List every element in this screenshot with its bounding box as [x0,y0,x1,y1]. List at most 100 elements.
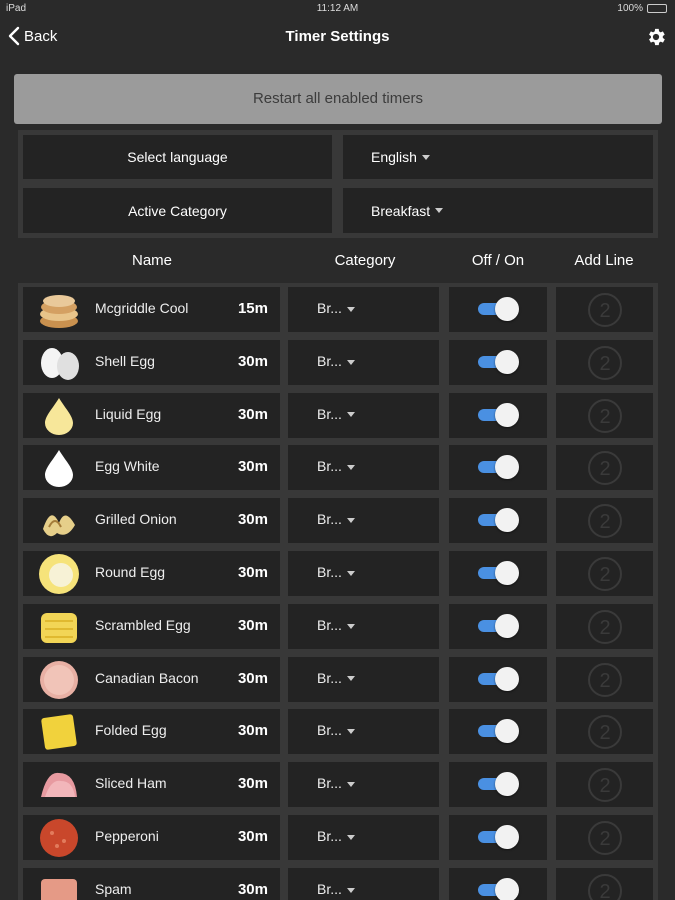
add-line-button[interactable]: 2 [556,498,653,544]
spam-icon [37,869,81,900]
timer-name-cell[interactable]: Pepperoni 30m [23,815,280,860]
timer-toggle[interactable] [476,402,521,428]
timer-name-cell[interactable]: Folded Egg 30m [23,709,280,755]
timer-name-cell[interactable]: Sliced Ham 30m [23,762,280,808]
caret-down-icon [346,412,355,418]
caret-down-icon [346,781,355,787]
timer-category-select[interactable]: Br... [288,287,439,332]
timer-name-cell[interactable]: Round Egg 30m [23,551,280,596]
folded-egg-icon [37,710,81,753]
timer-toggle-cell [449,815,547,860]
timer-name-cell[interactable]: Spam 30m [23,867,280,900]
timer-row: Folded Egg 30m Br... 2 [18,705,658,758]
language-select[interactable]: English [343,135,653,179]
category-select[interactable]: Breakfast [343,188,653,233]
grilled-onion-icon [37,499,81,542]
caret-down-icon [346,834,355,840]
timer-category-select[interactable]: Br... [288,762,439,808]
pepperoni-icon [37,816,81,859]
timer-category-select[interactable]: Br... [288,551,439,596]
add-line-button[interactable]: 2 [556,392,653,438]
timer-toggle-cell [449,656,547,702]
battery-percent: 100% [617,3,643,14]
add-line-button[interactable]: 2 [556,815,653,860]
add-line-icon: 2 [588,398,622,433]
timer-toggle[interactable] [476,349,521,375]
timer-toggle[interactable] [476,718,521,744]
timer-duration: 30m [237,511,268,529]
add-line-icon: 2 [588,609,622,644]
timer-toggle[interactable] [476,296,521,322]
canadian-bacon-icon [37,658,81,701]
timer-name-cell[interactable]: Scrambled Egg 30m [23,603,280,649]
timer-name-cell[interactable]: Grilled Onion 30m [23,498,280,544]
timer-name: Spam [95,880,132,897]
add-line-icon: 2 [588,345,622,380]
timer-category-select[interactable]: Br... [288,392,439,438]
caret-down-icon [346,306,355,312]
add-line-icon: 2 [588,662,622,697]
timer-name-cell[interactable]: Mcgriddle Cool 15m [23,287,280,332]
gear-icon[interactable] [645,26,667,48]
timer-duration: 30m [237,616,268,634]
timer-toggle[interactable] [476,454,521,480]
timer-name-cell[interactable]: Shell Egg 30m [23,339,280,385]
add-line-button[interactable]: 2 [556,339,653,385]
shell-egg-icon [37,341,81,384]
timer-toggle[interactable] [476,771,521,797]
timer-category-select[interactable]: Br... [288,498,439,544]
timer-toggle-cell [449,867,547,900]
timer-name: Egg White [95,458,160,475]
timer-name-cell[interactable]: Egg White 30m [23,445,280,491]
svg-text:2: 2 [599,881,610,900]
timer-category: Br... [317,722,355,738]
timer-category-select[interactable]: Br... [288,656,439,702]
timer-name: Shell Egg [95,352,155,369]
timer-toggle[interactable] [476,666,521,692]
timer-row: Scrambled Egg 30m Br... 2 [18,600,658,653]
settings-panel: Select language English Active Category … [18,130,658,238]
timer-row: Sliced Ham 30m Br... 2 [18,758,658,811]
svg-text:2: 2 [599,458,610,480]
timer-category-select[interactable]: Br... [288,603,439,649]
timer-category: Br... [317,617,355,633]
add-line-button[interactable]: 2 [556,287,653,332]
timer-toggle[interactable] [476,560,521,586]
timer-toggle[interactable] [476,507,521,533]
svg-text:2: 2 [599,722,610,744]
add-line-button[interactable]: 2 [556,603,653,649]
timer-category-select[interactable]: Br... [288,445,439,491]
timer-category-select[interactable]: Br... [288,709,439,755]
sliced-ham-icon [37,763,81,806]
language-label: Select language [23,135,332,179]
svg-text:2: 2 [599,353,610,375]
add-line-button[interactable]: 2 [556,445,653,491]
timer-name-cell[interactable]: Liquid Egg 30m [23,392,280,438]
timer-toggle[interactable] [476,613,521,639]
add-line-button[interactable]: 2 [556,762,653,808]
add-line-button[interactable]: 2 [556,709,653,755]
restart-timers-button[interactable]: Restart all enabled timers [14,74,662,124]
liquid-egg-icon [37,394,81,437]
timer-row: Pepperoni 30m Br... 2 [18,811,658,864]
timer-duration: 30m [237,669,268,687]
svg-text:2: 2 [599,617,610,639]
timer-toggle[interactable] [476,824,521,850]
timer-toggle[interactable] [476,877,521,900]
column-header-add-line: Add Line [574,252,634,269]
timer-name: Folded Egg [95,722,167,739]
timer-name-cell[interactable]: Canadian Bacon 30m [23,656,280,702]
timer-duration: 30m [237,880,268,898]
timer-category-select[interactable]: Br... [288,815,439,860]
add-line-button[interactable]: 2 [556,656,653,702]
timer-category: Br... [317,670,355,686]
timer-category-select[interactable]: Br... [288,867,439,900]
category-value: Breakfast [371,202,431,219]
timer-name: Pepperoni [95,828,159,844]
timer-toggle-cell [449,445,547,491]
timer-category-select[interactable]: Br... [288,339,439,385]
timer-toggle-cell [449,709,547,755]
column-header-name: Name [131,252,172,269]
add-line-button[interactable]: 2 [556,551,653,596]
add-line-button[interactable]: 2 [556,867,653,900]
